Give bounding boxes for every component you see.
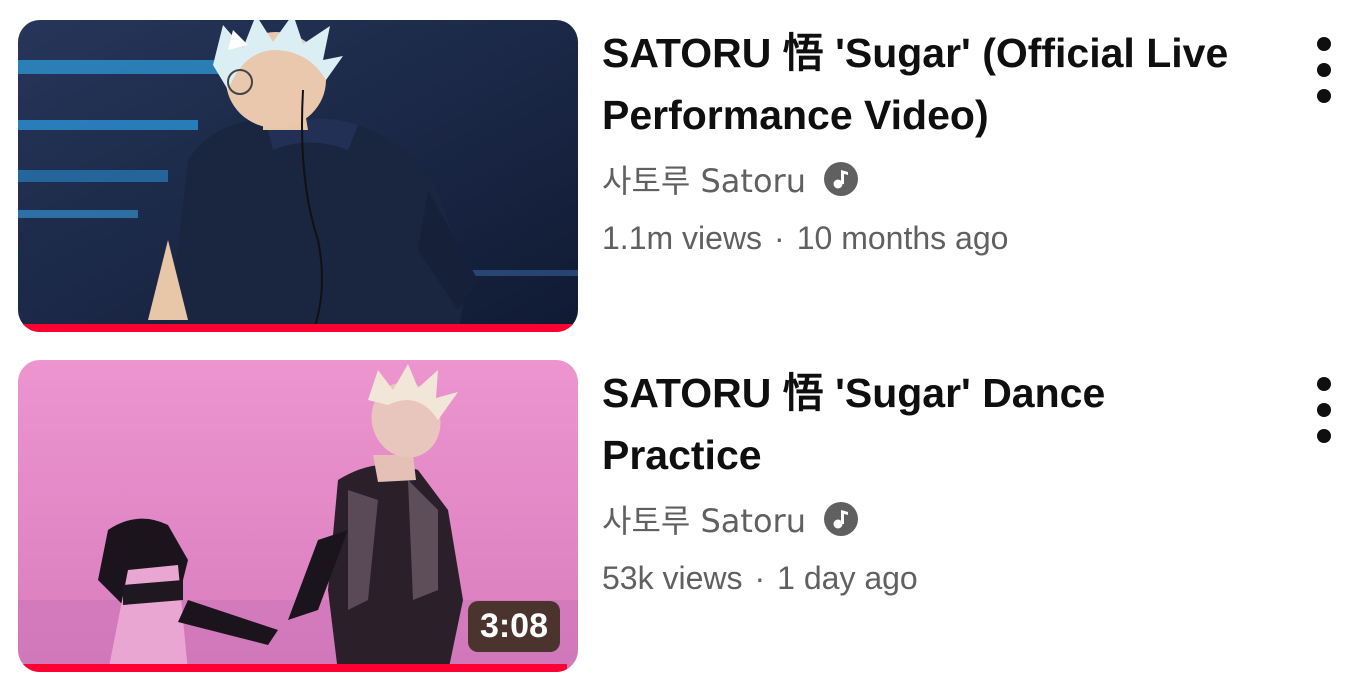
video-title[interactable]: SATORU 悟 'Sugar' (Official Live Performa… — [602, 22, 1242, 146]
channel-line: 사토루 Satoru — [602, 496, 1242, 542]
vertical-ellipsis-icon — [1317, 377, 1331, 443]
video-metadata: 53k views · 1 day ago — [602, 560, 1242, 597]
music-note-icon — [822, 500, 860, 538]
video-metadata: 1.1m views · 10 months ago — [602, 220, 1242, 257]
channel-line: 사토루 Satoru — [602, 156, 1242, 202]
channel-name[interactable]: 사토루 Satoru — [602, 156, 806, 202]
music-note-icon — [822, 160, 860, 198]
upload-age: 10 months ago — [796, 220, 1009, 256]
channel-name[interactable]: 사토루 Satoru — [602, 496, 806, 542]
watched-progress-bar — [18, 324, 578, 332]
vertical-ellipsis-icon — [1317, 37, 1331, 103]
video-feed: SATORU 悟 'Sugar' (Official Live Performa… — [0, 0, 1354, 694]
thumbnail-image-live-performance — [18, 20, 578, 332]
separator: · — [774, 220, 785, 256]
video-thumbnail[interactable] — [18, 20, 578, 332]
more-options-button[interactable] — [1300, 370, 1348, 450]
video-thumbnail[interactable]: 3:08 — [18, 360, 578, 672]
upload-age: 1 day ago — [777, 560, 918, 596]
duration-badge: 3:08 — [467, 601, 560, 652]
separator: · — [754, 560, 766, 596]
video-item[interactable]: 3:08 SATORU 悟 'Sugar' Dance Practice 사토루… — [0, 356, 1354, 676]
watched-progress-bar — [18, 664, 567, 672]
more-options-button[interactable] — [1300, 30, 1348, 110]
video-item[interactable]: SATORU 悟 'Sugar' (Official Live Performa… — [0, 16, 1354, 336]
view-count: 53k views — [602, 560, 743, 596]
view-count: 1.1m views — [602, 220, 763, 256]
video-title[interactable]: SATORU 悟 'Sugar' Dance Practice — [602, 362, 1242, 486]
video-details: SATORU 悟 'Sugar' (Official Live Performa… — [602, 22, 1242, 257]
video-details: SATORU 悟 'Sugar' Dance Practice 사토루 Sato… — [602, 362, 1242, 597]
